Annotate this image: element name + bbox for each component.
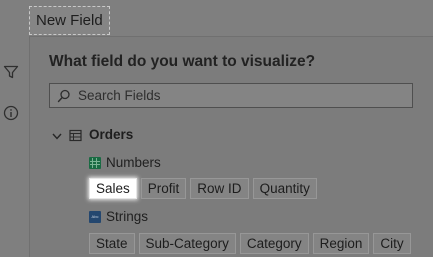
info-icon[interactable] xyxy=(3,105,19,121)
new-field-pill[interactable]: New Field xyxy=(29,6,110,35)
search-fields-input[interactable] xyxy=(78,84,398,107)
field-chip-row-id[interactable]: Row ID xyxy=(190,178,249,199)
number-fields: Sales Profit Row ID Quantity xyxy=(89,178,317,199)
string-fields: State Sub-Category Category Region City xyxy=(89,233,411,254)
group-label-strings: Strings xyxy=(106,209,149,224)
filter-icon[interactable] xyxy=(3,64,19,80)
search-box[interactable] xyxy=(49,83,413,108)
search-icon xyxy=(57,89,71,103)
field-chip-state[interactable]: State xyxy=(89,233,135,254)
group-label-numbers: Numbers xyxy=(106,155,161,170)
string-type-icon xyxy=(89,211,101,223)
datasource-icon xyxy=(69,129,82,142)
field-chip-category[interactable]: Category xyxy=(239,233,309,254)
field-chip-profit[interactable]: Profit xyxy=(140,178,187,199)
field-chip-sub-category[interactable]: Sub-Category xyxy=(138,233,236,254)
chevron-down-icon[interactable] xyxy=(51,130,63,142)
panel-question: What field do you want to visualize? xyxy=(49,53,316,70)
datasource-name: Orders xyxy=(89,127,134,142)
field-chip-city[interactable]: City xyxy=(373,233,411,254)
number-type-icon xyxy=(89,157,101,169)
field-chip-region[interactable]: Region xyxy=(312,233,370,254)
field-chip-sales[interactable]: Sales xyxy=(89,178,137,199)
field-picker-panel: What field do you want to visualize? Ord… xyxy=(29,36,433,257)
field-chip-quantity[interactable]: Quantity xyxy=(252,178,317,199)
